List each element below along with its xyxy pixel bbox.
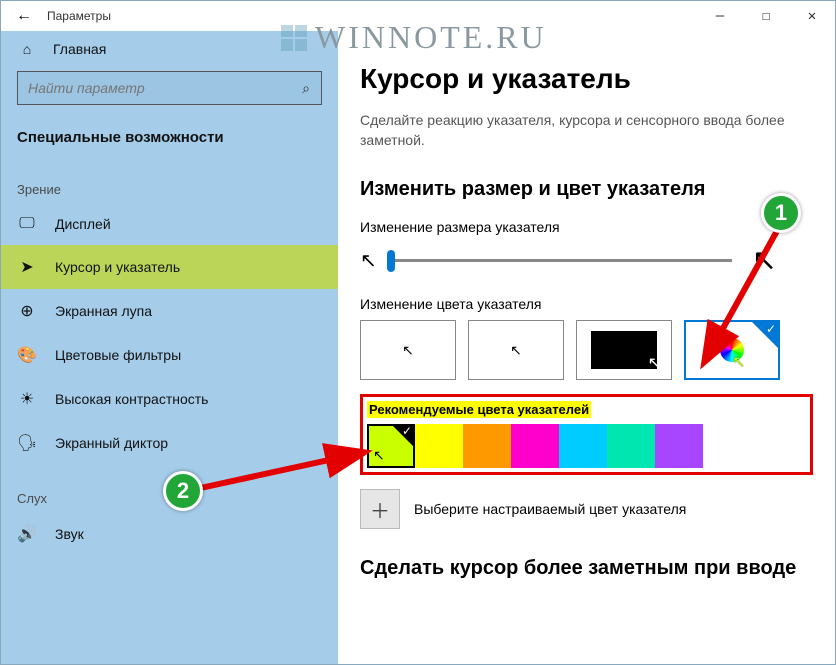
- sidebar-item-label: Высокая контрастность: [55, 391, 208, 407]
- color-swatch[interactable]: [655, 424, 703, 468]
- sidebar-item-label: Цветовые фильтры: [55, 347, 181, 363]
- sidebar-section: Специальные возможности: [1, 119, 338, 156]
- display-icon: 🖵: [17, 215, 37, 233]
- sidebar-home[interactable]: ⌂ Главная: [1, 31, 338, 67]
- color-swatch[interactable]: ✓↖: [367, 424, 415, 468]
- group-vision: Зрение: [1, 156, 338, 203]
- palette-icon: 🎨: [17, 345, 37, 365]
- slider-thumb[interactable]: [387, 250, 395, 272]
- color-tile-white[interactable]: ↖: [360, 320, 456, 380]
- sidebar-item-contrast[interactable]: ☀ Высокая контрастность: [1, 377, 338, 421]
- home-icon: ⌂: [17, 41, 37, 57]
- close-button[interactable]: ✕: [789, 1, 835, 31]
- recommended-colors-box: Рекомендуемые цвета указателей ✓↖: [360, 394, 813, 475]
- sidebar-item-magnifier[interactable]: ⊕ Экранная лупа: [1, 289, 338, 333]
- page-lead: Сделайте реакцию указателя, курсора и се…: [360, 111, 790, 150]
- sidebar-item-colorfilters[interactable]: 🎨 Цветовые фильтры: [1, 333, 338, 377]
- sound-icon: 🔊: [17, 524, 37, 544]
- sidebar-item-label: Курсор и указатель: [55, 259, 180, 275]
- recommended-title: Рекомендуемые цвета указателей: [367, 401, 591, 418]
- search-input-wrap[interactable]: ⌕: [17, 71, 322, 105]
- cursor-icon: ↖: [732, 352, 745, 372]
- size-label: Изменение размера указателя: [360, 219, 813, 235]
- color-swatch[interactable]: [415, 424, 463, 468]
- cursor-icon: ↖: [402, 342, 414, 359]
- color-swatch[interactable]: [511, 424, 559, 468]
- invert-preview: ↖: [591, 331, 657, 369]
- sidebar-item-display[interactable]: 🖵 Дисплей: [1, 203, 338, 245]
- sidebar-item-label: Экранная лупа: [55, 303, 152, 319]
- color-label: Изменение цвета указателя: [360, 296, 813, 312]
- annotation-badge-2: 2: [163, 471, 203, 511]
- search-input[interactable]: [18, 80, 291, 96]
- sidebar-item-label: Экранный диктор: [55, 435, 168, 451]
- magnifier-icon: ⊕: [17, 301, 37, 321]
- minimize-button[interactable]: —: [697, 1, 743, 31]
- color-tile-black[interactable]: ↖: [468, 320, 564, 380]
- annotation-badge-1: 1: [761, 193, 801, 233]
- color-tile-custom[interactable]: ↖ ✓: [684, 320, 780, 380]
- cursor-large-icon: ↖: [752, 243, 777, 278]
- search-icon: ⌕: [291, 80, 321, 97]
- sidebar-item-label: Дисплей: [55, 216, 111, 232]
- section-size-title: Изменить размер и цвет указателя: [360, 178, 813, 201]
- cursor-small-icon: ↖: [360, 248, 377, 273]
- narrator-icon: 🗣: [17, 433, 37, 453]
- cursor-icon: ➤: [17, 257, 37, 277]
- color-swatch[interactable]: [463, 424, 511, 468]
- color-swatch[interactable]: [607, 424, 655, 468]
- color-swatch[interactable]: [559, 424, 607, 468]
- sidebar-item-sound[interactable]: 🔊 Звук: [1, 512, 338, 556]
- home-label: Главная: [53, 41, 106, 57]
- sidebar-item-narrator[interactable]: 🗣 Экранный диктор: [1, 421, 338, 465]
- size-slider[interactable]: [387, 259, 732, 262]
- cursor-icon: ↖: [373, 447, 385, 464]
- section-cursor-title: Сделать курсор более заметным при вводе: [360, 557, 813, 580]
- back-icon[interactable]: ←: [9, 7, 39, 25]
- page-title: Курсор и указатель: [360, 63, 813, 95]
- add-custom-color-button[interactable]: ＋: [360, 489, 400, 529]
- maximize-button[interactable]: ☐: [743, 1, 789, 31]
- check-icon: ✓: [766, 322, 776, 336]
- custom-color-label: Выберите настраиваемый цвет указателя: [414, 501, 686, 517]
- check-icon: ✓: [402, 424, 412, 438]
- sidebar-item-label: Звук: [55, 526, 84, 542]
- app-title: Параметры: [47, 9, 111, 23]
- cursor-icon: ↖: [510, 342, 522, 359]
- sidebar-item-cursor[interactable]: ➤ Курсор и указатель: [1, 245, 338, 289]
- color-tile-invert[interactable]: ↖: [576, 320, 672, 380]
- contrast-icon: ☀: [17, 389, 37, 409]
